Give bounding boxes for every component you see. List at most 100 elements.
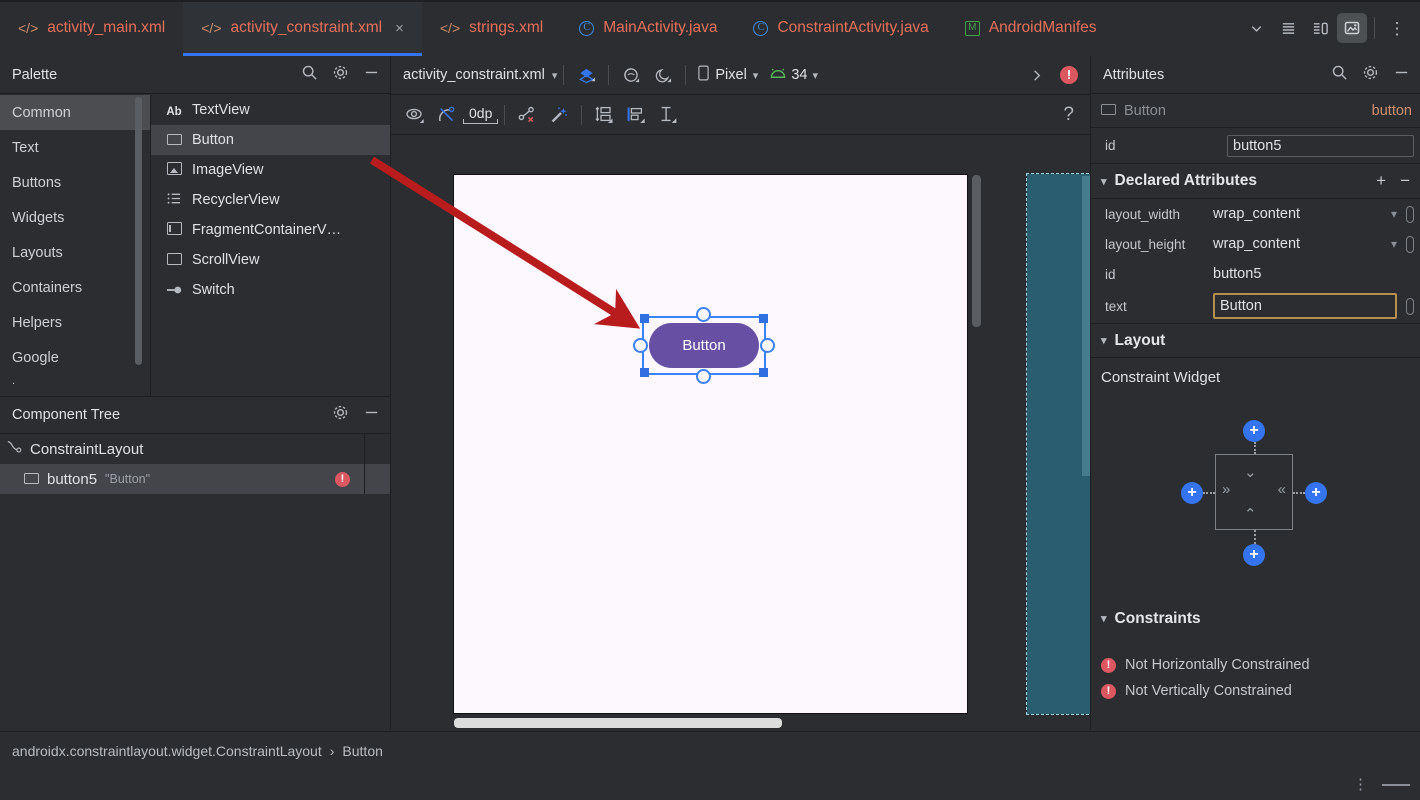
show-constraints-eye-icon[interactable] <box>399 100 431 130</box>
tab-strings-xml[interactable]: </> strings.xml <box>422 0 561 56</box>
palette-item-recyclerview[interactable]: RecyclerView <box>151 185 390 215</box>
constraints-section-header[interactable]: ▾ Constraints <box>1091 601 1420 636</box>
palette-item-switch[interactable]: Switch <box>151 275 390 305</box>
constraint-anchor-top[interactable] <box>696 307 711 322</box>
palette-item-textview[interactable]: Ab TextView <box>151 95 390 125</box>
help-button[interactable]: ? <box>1063 104 1090 126</box>
resource-picker-icon[interactable] <box>1406 205 1414 223</box>
autoconnect-off-icon[interactable] <box>431 100 463 130</box>
palette-category-text[interactable]: Text <box>0 130 150 165</box>
add-right-constraint-button[interactable]: + <box>1305 482 1327 504</box>
guideline-icon[interactable] <box>652 100 684 130</box>
palette-item-scrollview[interactable]: ScrollView <box>151 245 390 275</box>
infer-constraints-magic-icon[interactable] <box>543 100 575 130</box>
clear-constraints-icon[interactable] <box>511 100 543 130</box>
palette-category-buttons[interactable]: Buttons <box>0 165 150 200</box>
add-attribute-button[interactable]: + <box>1376 171 1386 191</box>
id-input[interactable]: button5 <box>1227 134 1414 157</box>
night-mode-icon[interactable] <box>647 60 679 90</box>
design-view-icon[interactable] <box>1337 13 1367 43</box>
constraint-anchor-right[interactable] <box>760 338 775 353</box>
resource-picker-icon[interactable] <box>1406 297 1414 315</box>
palette-category-layouts[interactable]: Layouts <box>0 235 150 270</box>
palette-category-containers[interactable]: Containers <box>0 270 150 305</box>
tab-activity-constraint-xml[interactable]: </> activity_constraint.xml × <box>183 0 422 56</box>
attribute-row-text[interactable]: text Button <box>1091 289 1420 323</box>
tab-androidmanifest-xml[interactable]: M AndroidManifes <box>947 0 1099 56</box>
palette-item-fragmentcontainerview[interactable]: FragmentContainerV… <box>151 215 390 245</box>
constraint-widget-box[interactable]: ⌄ ⌃ » « <box>1215 454 1293 530</box>
design-canvas[interactable]: Button <box>391 135 1090 730</box>
chevron-down-icon[interactable]: ▾ <box>1391 207 1397 221</box>
attribute-row-layout-height[interactable]: layout_height wrap_content ▾ <box>1091 229 1420 259</box>
api-level-selector[interactable]: 34 ▾ <box>764 67 824 83</box>
expand-right-icon[interactable] <box>1020 60 1052 90</box>
remove-attribute-button[interactable]: − <box>1400 171 1410 191</box>
resize-handle-bottom-left[interactable] <box>640 368 649 377</box>
breadcrumb-part-current[interactable]: Button <box>342 743 382 759</box>
add-bottom-constraint-button[interactable]: + <box>1243 544 1265 566</box>
constraint-widget[interactable]: ⌄ ⌃ » « + + + + <box>1091 396 1420 601</box>
resize-handle-bottom-right[interactable] <box>759 368 768 377</box>
chevron-down-icon[interactable] <box>1241 13 1271 43</box>
add-top-constraint-button[interactable]: + <box>1243 420 1265 442</box>
palette-item-imageview[interactable]: ImageView <box>151 155 390 185</box>
gear-icon[interactable] <box>332 64 349 86</box>
close-icon[interactable]: × <box>395 21 404 36</box>
device-preview-surface[interactable]: Button <box>453 174 981 714</box>
pack-icon[interactable] <box>588 100 620 130</box>
blueprint-preview-surface[interactable] <box>1026 173 1090 715</box>
minimize-icon[interactable] <box>363 64 380 86</box>
default-margin-icon[interactable]: 0dp <box>463 105 499 124</box>
blueprint-mode-icon[interactable] <box>615 60 647 90</box>
palette-item-button[interactable]: Button <box>151 125 390 155</box>
attribute-row-layout-width[interactable]: layout_width wrap_content ▾ <box>1091 199 1420 229</box>
search-icon[interactable] <box>1331 64 1348 86</box>
tree-row-button5[interactable]: button5 "Button" ! <box>0 464 390 494</box>
constraint-anchor-bottom[interactable] <box>696 369 711 384</box>
breadcrumb-part-parent[interactable]: androidx.constraintlayout.widget.Constra… <box>12 743 322 759</box>
design-surface-mode-icon[interactable] <box>570 60 602 90</box>
status-more-options-icon[interactable]: ⋮ <box>1353 777 1368 792</box>
more-options-icon[interactable]: ⋮ <box>1382 13 1412 43</box>
tree-row-constraintlayout[interactable]: ConstraintLayout <box>0 434 390 464</box>
split-view-icon[interactable] <box>1305 13 1335 43</box>
search-icon[interactable] <box>301 64 318 86</box>
palette-category-helpers[interactable]: Helpers <box>0 305 150 340</box>
attribute-value[interactable]: wrap_content <box>1213 206 1391 222</box>
code-view-icon[interactable] <box>1273 13 1303 43</box>
attribute-value[interactable]: button5 <box>1213 266 1414 282</box>
constraint-anchor-left[interactable] <box>633 338 648 353</box>
gear-icon[interactable] <box>1362 64 1379 86</box>
palette-category-common[interactable]: Common <box>0 95 150 130</box>
attribute-value[interactable]: wrap_content <box>1213 236 1391 252</box>
palette-category-more[interactable]: . <box>0 375 150 387</box>
declared-attributes-header[interactable]: ▾ Declared Attributes + − <box>1091 164 1420 199</box>
resize-handle-top-left[interactable] <box>640 314 649 323</box>
palette-category-google[interactable]: Google <box>0 340 150 375</box>
blueprint-scrollbar[interactable] <box>1082 176 1090 476</box>
layout-section-header[interactable]: ▾ Layout <box>1091 323 1420 358</box>
editor-file-selector[interactable]: activity_constraint.xml ▾ <box>403 67 557 83</box>
align-icon[interactable] <box>620 100 652 130</box>
error-badge-icon[interactable]: ! <box>1060 66 1078 84</box>
resource-picker-icon[interactable] <box>1406 235 1414 253</box>
minimize-icon[interactable] <box>363 404 380 426</box>
add-left-constraint-button[interactable]: + <box>1181 482 1203 504</box>
device-selector[interactable]: Pixel ▾ <box>692 65 764 85</box>
palette-category-scrollbar[interactable] <box>135 97 142 365</box>
chevron-down-icon[interactable]: ▾ <box>1391 237 1397 251</box>
text-attribute-input[interactable]: Button <box>1213 293 1397 319</box>
resize-handle-top-right[interactable] <box>759 314 768 323</box>
palette-category-widgets[interactable]: Widgets <box>0 200 150 235</box>
tab-constraintactivity-java[interactable]: C ConstraintActivity.java <box>735 0 946 56</box>
tab-mainactivity-java[interactable]: C MainActivity.java <box>561 0 735 56</box>
tab-activity-main-xml[interactable]: </> activity_main.xml <box>0 0 183 56</box>
canvas-vertical-scrollbar[interactable] <box>972 175 981 327</box>
minimize-icon[interactable] <box>1393 64 1410 86</box>
canvas-horizontal-scrollbar[interactable] <box>454 718 782 728</box>
gear-icon[interactable] <box>332 404 349 426</box>
attribute-row-id[interactable]: id button5 <box>1091 259 1420 289</box>
canvas-horizontal-scroll-track[interactable] <box>391 716 1090 730</box>
tree-row-error-icon[interactable]: ! <box>335 471 350 487</box>
